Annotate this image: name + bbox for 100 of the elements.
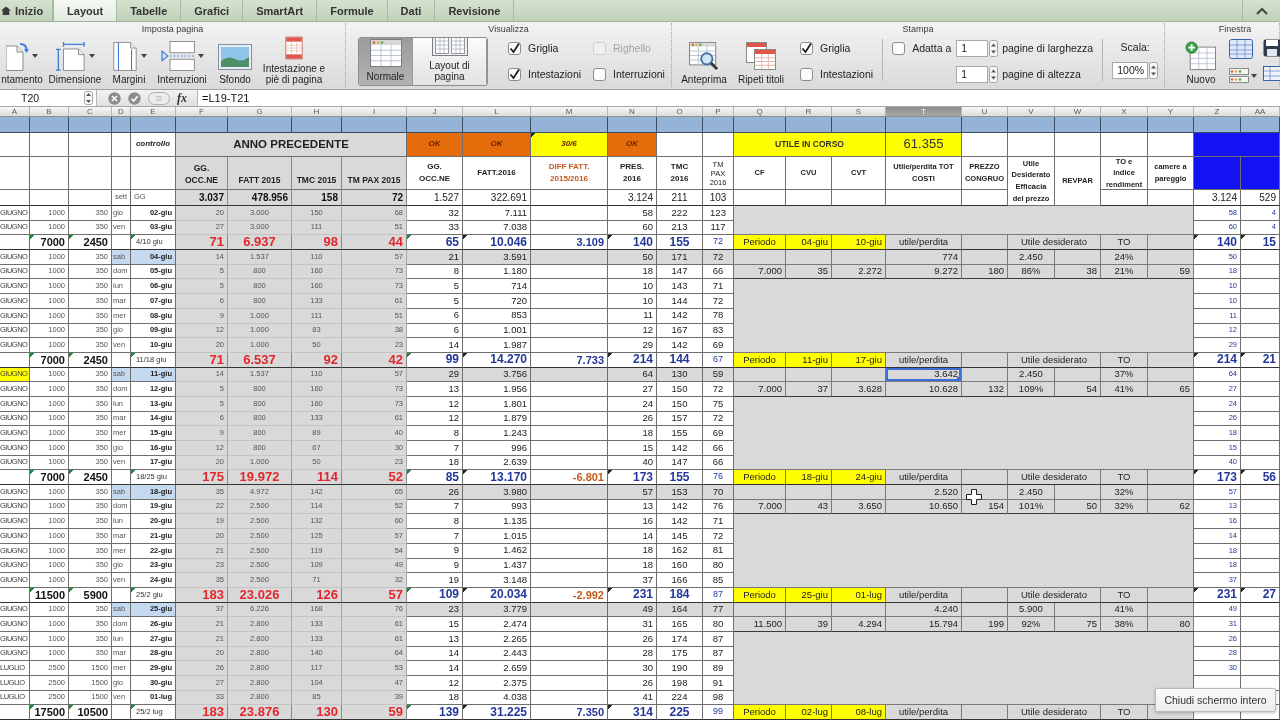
table-cell: 50 — [608, 250, 657, 265]
header-cell: UTILE IN CORSO — [734, 133, 886, 157]
ribbon-button[interactable]: Nuovo — [1179, 35, 1223, 87]
cancel-icon[interactable] — [108, 91, 121, 105]
column-header[interactable]: S — [832, 107, 886, 117]
tooltip: Chiudi schermo intero — [1155, 688, 1276, 712]
sheet-icon[interactable] — [1263, 66, 1280, 81]
table-cell: 2450 — [69, 470, 112, 486]
table-cell: 130 — [292, 705, 342, 720]
stepper-icon[interactable] — [1149, 61, 1159, 79]
ribbon-button[interactable]: Dimensione — [44, 35, 106, 87]
table-cell: 71 — [703, 279, 734, 295]
checkbox[interactable] — [800, 41, 813, 55]
ribbon-tab[interactable]: Dati — [387, 0, 436, 21]
column-header[interactable]: B — [30, 107, 69, 117]
column-header[interactable]: L — [463, 107, 531, 117]
column-header[interactable]: N — [608, 107, 657, 117]
header-cell: GG. OCC.NE — [176, 157, 228, 190]
number-field[interactable]: 1 — [956, 39, 989, 57]
number-field[interactable]: 100% — [1112, 61, 1149, 79]
ribbon-button[interactable]: ntamento — [0, 35, 44, 87]
column-header[interactable]: Y — [1148, 107, 1194, 117]
name-box[interactable]: T20 — [0, 90, 97, 106]
column-header[interactable]: X — [1101, 107, 1148, 117]
column-header[interactable]: Z — [1194, 107, 1241, 117]
stepper-icon[interactable] — [989, 39, 999, 57]
table-cell: 58 — [608, 206, 657, 221]
column-header[interactable]: C — [69, 107, 112, 117]
ribbon-tab[interactable]: Layout — [53, 0, 118, 21]
table-cell: 13 — [407, 382, 463, 397]
ribbon-tab[interactable]: SmartArt — [243, 0, 318, 21]
checkbox[interactable] — [892, 41, 906, 55]
column-header[interactable]: J — [407, 107, 463, 117]
table-cell: 2.520 — [886, 485, 962, 500]
checkbox[interactable] — [508, 41, 521, 55]
view-mode-button[interactable]: Normale — [359, 37, 413, 85]
table-cell: 23.876 — [228, 705, 292, 720]
column-header[interactable]: O — [657, 107, 703, 117]
ribbon-tab[interactable]: Tabelle — [117, 0, 182, 21]
function-button[interactable]: fx — [177, 90, 187, 106]
table-cell: 103 — [703, 190, 734, 206]
window-list-icon[interactable] — [1229, 68, 1257, 83]
table-cell: 7000 — [30, 235, 69, 251]
table-cell: 31.225 — [463, 705, 531, 720]
table-cell: 7000 — [30, 470, 69, 486]
header-cell: 61.355 — [886, 133, 962, 157]
formula-field[interactable]: =L19-T21 — [197, 90, 1280, 106]
table-cell: 143 — [657, 279, 703, 295]
table-cell: TO — [1101, 470, 1148, 486]
stepper-icon[interactable] — [989, 65, 999, 83]
table-cell: 3.124 — [608, 190, 657, 206]
grid-icon[interactable] — [1229, 39, 1253, 59]
column-header[interactable]: I — [342, 107, 407, 117]
table-cell: 15.794 — [886, 617, 962, 632]
column-header[interactable]: AA — [1241, 107, 1280, 117]
ribbon-button[interactable]: Anteprima — [676, 35, 732, 87]
column-header[interactable]: A — [0, 107, 30, 117]
view-mode-button[interactable]: Layout di pagina — [413, 37, 487, 85]
table-cell: 7.111 — [463, 206, 531, 221]
table-cell: 2.375 — [463, 676, 531, 691]
header-cell: FATT 2015 — [228, 157, 292, 190]
table-cell: 72 — [703, 294, 734, 309]
column-header[interactable]: U — [962, 107, 1008, 117]
ribbon-tab[interactable]: Formule — [317, 0, 388, 21]
table-cell: 10-giu — [832, 235, 886, 251]
table-cell: utile/perdita — [886, 705, 962, 720]
ribbon-button[interactable]: Ripeti titoli — [732, 35, 790, 87]
ribbon-button[interactable]: Sfondo — [212, 35, 258, 87]
stepper-icon[interactable] — [84, 91, 93, 105]
ribbon-button[interactable]: Margini — [106, 35, 152, 87]
caret-icon — [32, 54, 38, 58]
column-header[interactable]: F — [176, 107, 228, 117]
header-cell: TMC 2016 — [657, 157, 703, 190]
ribbon-tab[interactable]: Revisione — [435, 0, 515, 21]
checkbox[interactable] — [593, 67, 606, 81]
column-header[interactable]: M — [531, 107, 608, 117]
table-cell: 3.591 — [463, 250, 531, 265]
table-cell: 26 — [407, 485, 463, 500]
table-cell: 132 — [962, 382, 1008, 397]
column-header[interactable]: E — [131, 107, 176, 117]
checkbox[interactable] — [800, 67, 813, 81]
confirm-icon[interactable] — [128, 91, 141, 105]
column-header[interactable]: R — [786, 107, 832, 117]
table-cell: 12 — [407, 676, 463, 691]
checkbox[interactable] — [508, 67, 521, 81]
column-header[interactable]: V — [1008, 107, 1055, 117]
ribbon-tab[interactable]: Grafici — [181, 0, 244, 21]
column-header[interactable]: G — [228, 107, 292, 117]
table-cell: 72 — [703, 235, 734, 251]
ribbon-button[interactable]: Intestazione e piè di pagina — [258, 35, 330, 87]
ribbon-button[interactable]: Interruzioni — [152, 35, 212, 87]
column-header[interactable]: W — [1055, 107, 1101, 117]
header-cell: controllo — [131, 133, 176, 157]
column-header[interactable]: Q — [734, 107, 786, 117]
column-header[interactable]: P — [703, 107, 734, 117]
table-cell: 3.148 — [463, 573, 531, 588]
number-field[interactable]: 1 — [956, 65, 989, 83]
column-header[interactable]: H — [292, 107, 342, 117]
table-cell: 5 — [407, 279, 463, 295]
home-icon — [1, 6, 11, 15]
